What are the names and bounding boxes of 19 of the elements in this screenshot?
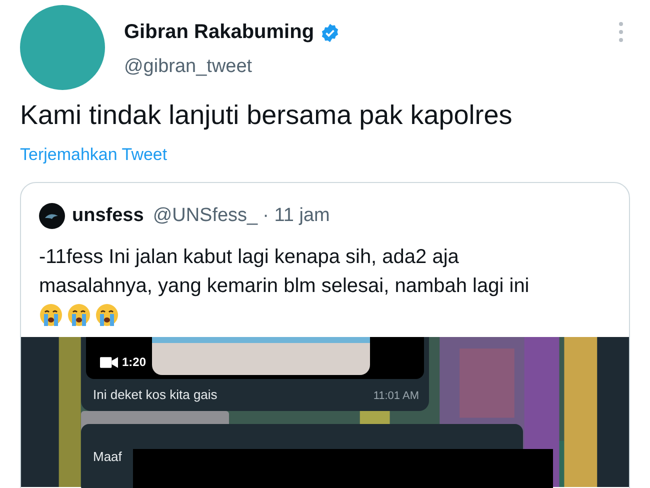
more-options-icon[interactable] (618, 21, 624, 43)
author-handle[interactable]: @gibran_tweet (124, 56, 340, 78)
crying-face-icon (39, 303, 63, 327)
message-text: Ini deket kos kita gais (93, 387, 218, 402)
crying-face-icon (95, 303, 119, 327)
video-camera-icon (100, 357, 118, 368)
quoted-author-handle[interactable]: @UNSfess_ (152, 205, 258, 227)
tweet-text: Kami tindak lanjuti bersama pak kapolres (20, 100, 514, 131)
video-duration: 1:20 (122, 355, 146, 369)
avatar (39, 203, 65, 229)
quoted-author-name[interactable]: unsfess (72, 205, 144, 227)
timestamp: · 11 jam (262, 205, 330, 227)
video-thumbnail[interactable]: 1:20 (86, 337, 424, 379)
author-name[interactable]: Gibran Rakabuming (124, 21, 314, 44)
quoted-tweet-card[interactable]: unsfess @UNSfess_ · 11 jam -11fess Ini jalan kabut lagi kenapa sih, ada2 aja masalahnya, yang kemarin blm selesai, nambah lagi ini 1:20 Ini deket kos kita gais 11:01 AM Maaf (20, 182, 630, 488)
crying-face-icon (67, 303, 91, 327)
message-time: 11:01 AM (373, 390, 419, 402)
quoted-tweet-text: -11fess Ini jalan kabut lagi kenapa sih, ada2 aja masalahnya, yang kemarin blm selesai, nambah lagi ini (39, 245, 530, 299)
message-text: Maaf (93, 449, 122, 464)
